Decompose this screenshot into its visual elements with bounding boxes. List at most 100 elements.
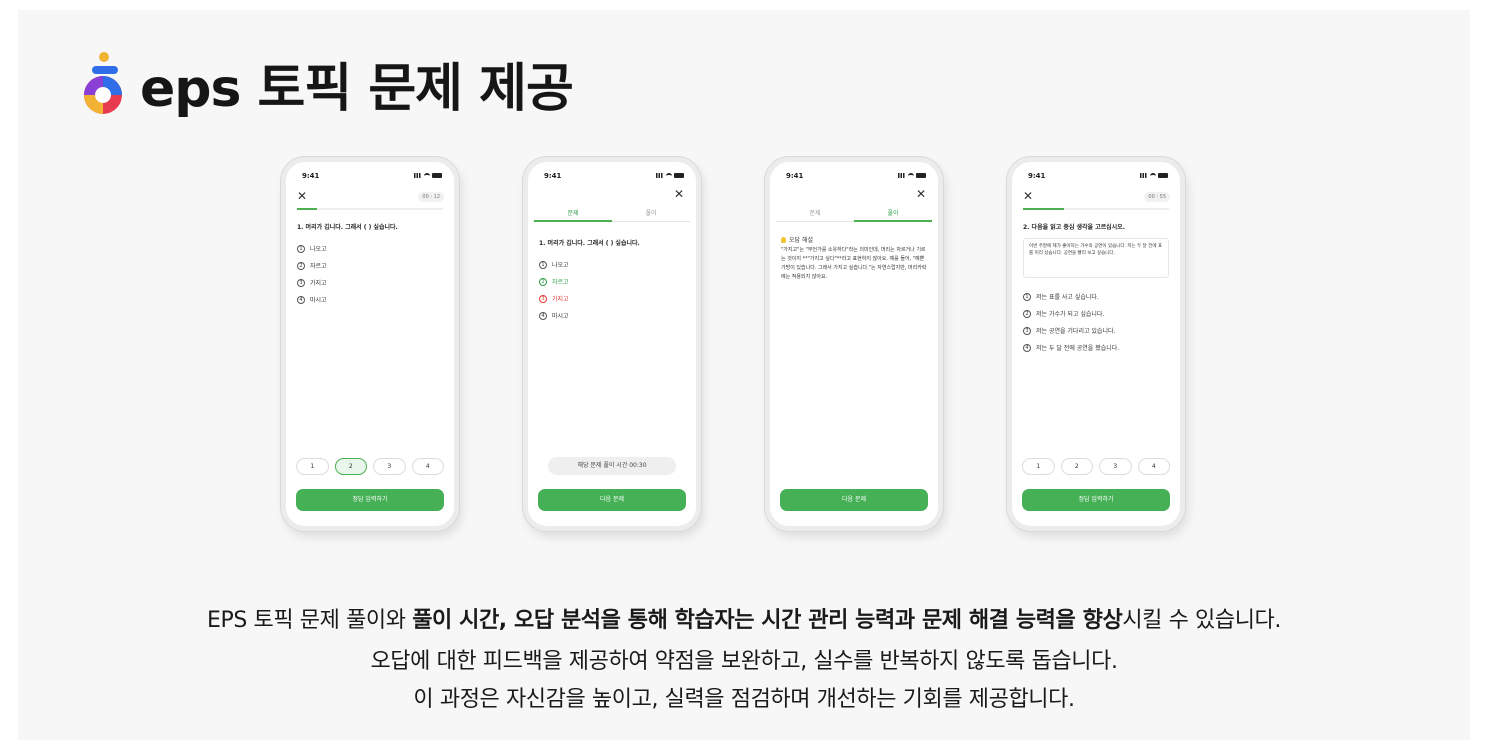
option-3[interactable]: 3 가지고 xyxy=(297,278,327,287)
option-label: 마시고 xyxy=(552,313,569,320)
option-4[interactable]: 4 마시고 xyxy=(297,295,327,304)
question-text: 1. 머리가 깁니다. 그래서 ( ) 싶습니다. xyxy=(297,224,398,231)
option-label: 가지고 xyxy=(552,296,569,303)
description-line-2: 오답에 대한 피드백을 제공하여 약점을 보완하고, 실수를 반복하지 않도록 … xyxy=(370,649,1118,674)
choice-button-4[interactable]: 4 xyxy=(1137,458,1170,475)
option-2[interactable]: 2 저는 가수가 되고 싶습니다. xyxy=(1023,309,1104,318)
description-text: EPS 토픽 문제 풀이와 xyxy=(207,608,413,633)
number-circle-icon: 1 xyxy=(539,260,547,269)
question-text: 2. 다음을 읽고 중심 생각을 고르십시오. xyxy=(1023,224,1125,231)
answer-choices: 1 2 3 4 xyxy=(1022,458,1170,475)
battery-icon xyxy=(674,173,684,178)
option-3-wrong: 3 가지고 xyxy=(539,294,569,303)
phone-mockup-2: 9:41 ✕ 문제 풀이 1. 머리가 깁니다. 그래서 ( ) 싶습니다. 1… xyxy=(523,157,701,531)
description-line-3: 이 과정은 자신감을 높이고, 실력을 점검하며 개선하는 기회를 제공합니다. xyxy=(413,687,1075,712)
next-question-button[interactable]: 다음 문제 xyxy=(780,489,928,511)
explanation-title: 오답 해설 xyxy=(781,235,813,244)
status-time: 9:41 xyxy=(544,172,562,180)
tab-solution[interactable]: 풀이 xyxy=(854,208,932,222)
signal-icon xyxy=(414,173,422,178)
close-icon[interactable]: ✕ xyxy=(297,190,307,202)
option-label: 마시고 xyxy=(310,297,327,304)
number-circle-icon: 3 xyxy=(1023,326,1031,335)
choice-button-3[interactable]: 3 xyxy=(373,458,406,475)
heading: eps 토픽 문제 제공 xyxy=(78,46,574,121)
choice-button-1[interactable]: 1 xyxy=(296,458,329,475)
number-circle-icon: 4 xyxy=(1023,343,1031,352)
tab-problem[interactable]: 문제 xyxy=(776,208,854,221)
progress-bar xyxy=(297,208,443,210)
status-time: 9:41 xyxy=(302,172,320,180)
number-circle-icon: 3 xyxy=(297,278,305,287)
option-1[interactable]: 1 나오고 xyxy=(297,244,327,253)
explanation-text: "가지고"는 "무언가를 소유하다"라는 의미인데, 머리는 자르거나 기르는 … xyxy=(781,247,927,280)
option-2-correct: 2 자르고 xyxy=(539,277,569,286)
phone-mockup-4: 9:41 ✕ 00 : 55 2. 다음을 읽고 중심 생각을 고르십시오. 이… xyxy=(1007,157,1185,531)
option-label: 저는 가수가 되고 싶습니다. xyxy=(1036,311,1105,318)
eps-logo-icon xyxy=(78,49,128,119)
close-icon[interactable]: ✕ xyxy=(674,188,684,200)
status-bar: 9:41 xyxy=(1028,172,1168,182)
option-1: 1 나오고 xyxy=(539,260,569,269)
tab-bar: 문제 풀이 xyxy=(534,208,690,222)
option-2[interactable]: 2 자르고 xyxy=(297,261,327,270)
page-title: eps 토픽 문제 제공 xyxy=(140,59,574,119)
battery-icon xyxy=(432,173,442,178)
option-4: 4 마시고 xyxy=(539,311,569,320)
status-time: 9:41 xyxy=(1028,172,1046,180)
status-bar: 9:41 xyxy=(544,172,684,182)
wifi-icon xyxy=(424,173,430,178)
tab-solution[interactable]: 풀이 xyxy=(612,208,690,221)
reading-passage: 이번 주말에 제가 좋아하는 가수의 공연이 있습니다. 저는 두 달 전에 표… xyxy=(1023,238,1169,278)
wifi-icon xyxy=(1150,173,1156,178)
number-circle-icon: 1 xyxy=(297,244,305,253)
signal-icon xyxy=(898,173,906,178)
number-circle-icon: 2 xyxy=(539,277,547,286)
wifi-icon xyxy=(908,173,914,178)
solve-time-pill: 해당 문제 풀이 시간 00:30 xyxy=(548,457,676,475)
close-icon[interactable]: ✕ xyxy=(916,188,926,200)
option-1[interactable]: 1 저는 표를 사고 싶습니다. xyxy=(1023,292,1099,301)
status-time: 9:41 xyxy=(786,172,804,180)
choice-button-4[interactable]: 4 xyxy=(411,458,444,475)
description-text: 시킬 수 있습니다. xyxy=(1122,608,1281,633)
timer-badge: 00 : 55 xyxy=(1144,192,1170,202)
battery-icon xyxy=(916,173,926,178)
option-label: 자르고 xyxy=(310,263,327,270)
close-icon[interactable]: ✕ xyxy=(1023,190,1033,202)
option-4[interactable]: 4 저는 두 달 전에 공연을 봤습니다. xyxy=(1023,343,1119,352)
option-label: 자르고 xyxy=(552,279,569,286)
tab-problem[interactable]: 문제 xyxy=(534,208,612,222)
status-bar: 9:41 xyxy=(786,172,926,182)
number-circle-icon: 4 xyxy=(539,311,547,320)
number-circle-icon: 2 xyxy=(297,261,305,270)
description-bold-text: 풀이 시간, 오답 분석을 통해 학습자는 시간 관리 능력과 문제 해결 능력… xyxy=(412,608,1123,633)
option-label: 저는 표를 사고 싶습니다. xyxy=(1036,294,1099,301)
option-label: 저는 공연을 기다리고 있습니다. xyxy=(1036,328,1116,335)
next-question-button[interactable]: 다음 문제 xyxy=(538,489,686,511)
number-circle-icon: 4 xyxy=(297,295,305,304)
submit-answer-button[interactable]: 정답 입력하기 xyxy=(1022,489,1170,511)
status-bar: 9:41 xyxy=(302,172,442,182)
question-text: 1. 머리가 깁니다. 그래서 ( ) 싶습니다. xyxy=(539,240,640,247)
answer-choices: 1 2 3 4 xyxy=(296,458,444,475)
number-circle-icon: 1 xyxy=(1023,292,1031,301)
submit-answer-button[interactable]: 정답 입력하기 xyxy=(296,489,444,511)
signal-icon xyxy=(656,173,664,178)
number-circle-icon: 2 xyxy=(1023,309,1031,318)
wifi-icon xyxy=(666,173,672,178)
signal-icon xyxy=(1140,173,1148,178)
choice-button-3[interactable]: 3 xyxy=(1099,458,1132,475)
phone-mockup-1: 9:41 ✕ 00 : 12 1. 머리가 깁니다. 그래서 ( ) 싶습니다.… xyxy=(281,157,459,531)
option-3[interactable]: 3 저는 공연을 기다리고 있습니다. xyxy=(1023,326,1115,335)
phone-mockup-3: 9:41 ✕ 문제 풀이 오답 해설 "가지고"는 "무언가를 소유하다"라는 … xyxy=(765,157,943,531)
progress-bar xyxy=(1023,208,1169,210)
choice-button-2[interactable]: 2 xyxy=(334,458,367,475)
explanation-title-label: 오답 해설 xyxy=(789,237,813,244)
description-line-1: EPS 토픽 문제 풀이와 풀이 시간, 오답 분석을 통해 학습자는 시간 관… xyxy=(0,602,1488,634)
choice-button-1[interactable]: 1 xyxy=(1022,458,1055,475)
option-label: 저는 두 달 전에 공연을 봤습니다. xyxy=(1036,345,1120,352)
lightbulb-icon xyxy=(781,236,786,243)
choice-button-2[interactable]: 2 xyxy=(1060,458,1093,475)
option-label: 나오고 xyxy=(552,262,569,269)
